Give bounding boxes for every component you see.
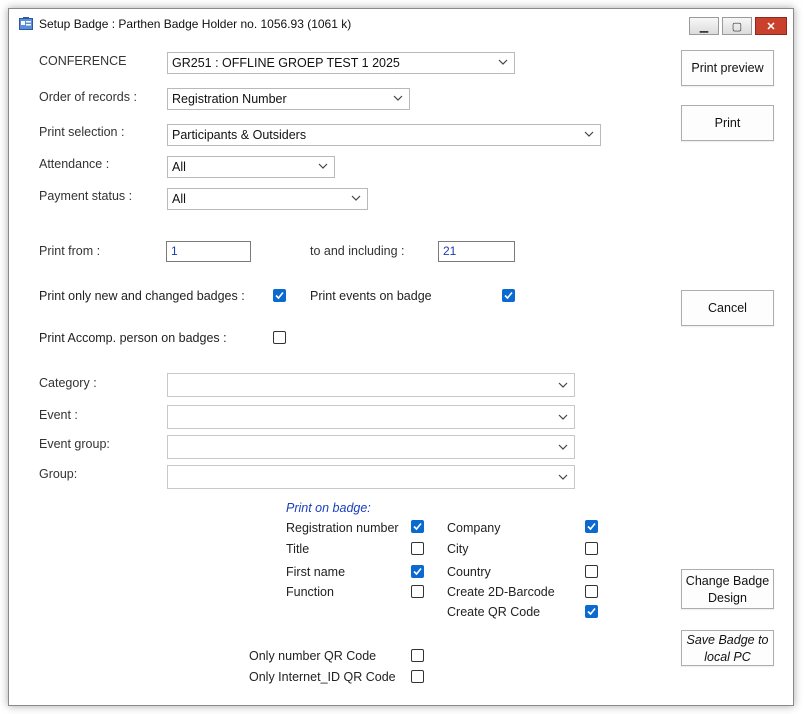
only-new-label: Print only new and changed badges : xyxy=(39,289,245,303)
only-internet-id-qr-checkbox[interactable] xyxy=(411,670,424,683)
accomp-checkbox[interactable] xyxy=(273,331,286,344)
events-label: Print events on badge xyxy=(310,289,432,303)
events-checkbox[interactable] xyxy=(502,289,515,302)
print-preview-label: Print preview xyxy=(691,61,764,75)
city-checkbox[interactable] xyxy=(585,542,598,555)
print-from-label: Print from : xyxy=(39,244,101,258)
print-item-label: Create 2D-Barcode xyxy=(447,585,555,599)
title-checkbox[interactable] xyxy=(411,542,424,555)
payment-label: Payment status : xyxy=(39,189,133,203)
function-checkbox[interactable] xyxy=(411,585,424,598)
print-item-label: Function xyxy=(286,585,334,599)
print-preview-button[interactable]: Print preview xyxy=(681,50,774,86)
event-select[interactable] xyxy=(167,405,575,429)
payment-select[interactable]: All xyxy=(167,188,368,210)
first-name-checkbox[interactable] xyxy=(411,565,424,578)
chevron-down-icon xyxy=(558,474,568,480)
save-badge-local-label: local PC xyxy=(704,650,751,664)
country-checkbox[interactable] xyxy=(585,565,598,578)
print-selection-select[interactable]: Participants & Outsiders xyxy=(167,124,601,146)
chevron-down-icon xyxy=(558,382,568,388)
chevron-down-icon xyxy=(558,414,568,420)
chevron-down-icon xyxy=(393,95,403,101)
qr-option-label: Only number QR Code xyxy=(249,649,377,663)
print-item-label: First name xyxy=(286,565,346,579)
attendance-value: All xyxy=(172,160,186,174)
only-new-checkbox[interactable] xyxy=(273,289,286,302)
attendance-select[interactable]: All xyxy=(167,156,335,178)
print-item-label: Title xyxy=(286,542,310,556)
print-item-label: City xyxy=(447,542,469,556)
setup-badge-window: Setup Badge : Parthen Badge Holder no. 1… xyxy=(8,8,794,706)
qr-option-label: Only Internet_ID QR Code xyxy=(249,670,396,684)
cancel-button[interactable]: Cancel xyxy=(681,290,774,326)
print-item-label: Create QR Code xyxy=(447,605,541,619)
order-select[interactable]: Registration Number xyxy=(167,88,410,110)
print-item-label: Country xyxy=(447,565,491,579)
close-icon: ✕ xyxy=(766,20,776,33)
chevron-down-icon xyxy=(558,444,568,450)
chevron-down-icon xyxy=(584,131,594,137)
maximize-icon: ▢ xyxy=(731,20,743,33)
change-badge-design-button[interactable]: Change Badge Design xyxy=(681,569,774,609)
title-bar: Setup Badge : Parthen Badge Holder no. 1… xyxy=(9,9,793,39)
accomp-label: Print Accomp. person on badges : xyxy=(39,331,227,345)
event-group-label: Event group: xyxy=(39,437,110,451)
close-button[interactable]: ✕ xyxy=(755,17,787,35)
print-selection-label: Print selection : xyxy=(39,125,125,139)
chevron-down-icon xyxy=(318,163,328,169)
group-label: Group: xyxy=(39,467,78,481)
order-label: Order of records : xyxy=(39,90,137,104)
print-on-badge-title: Print on badge: xyxy=(286,501,371,515)
conference-label: CONFERENCE xyxy=(39,54,127,68)
attendance-label: Attendance : xyxy=(39,157,110,171)
window-title: Setup Badge : Parthen Badge Holder no. 1… xyxy=(39,17,352,31)
change-badge-design-label: Change Badge xyxy=(685,574,770,588)
save-badge-local-label: Save Badge to xyxy=(686,633,769,647)
print-selection-value: Participants & Outsiders xyxy=(172,128,307,142)
chevron-down-icon xyxy=(351,195,361,201)
event-label: Event : xyxy=(39,408,78,422)
conference-value: GR251 : OFFLINE GROEP TEST 1 2025 xyxy=(172,56,400,70)
maximize-button[interactable]: ▢ xyxy=(722,17,752,35)
minimize-icon: ▁ xyxy=(699,20,709,33)
company-checkbox[interactable] xyxy=(585,520,598,533)
2d-barcode-checkbox[interactable] xyxy=(585,585,598,598)
minimize-button[interactable]: ▁ xyxy=(689,17,719,35)
print-item-label: Company xyxy=(447,521,501,535)
change-badge-design-label: Design xyxy=(708,591,747,605)
print-label: Print xyxy=(714,116,741,130)
print-item-label: Registration number xyxy=(286,521,399,535)
app-icon xyxy=(19,17,33,30)
only-number-qr-checkbox[interactable] xyxy=(411,649,424,662)
event-group-select[interactable] xyxy=(167,435,575,459)
to-input[interactable]: 21 xyxy=(438,241,515,262)
print-button[interactable]: Print xyxy=(681,105,774,141)
conference-select[interactable]: GR251 : OFFLINE GROEP TEST 1 2025 xyxy=(167,52,515,74)
print-from-input[interactable]: 1 xyxy=(166,241,251,262)
group-select[interactable] xyxy=(167,465,575,489)
category-label: Category : xyxy=(39,376,97,390)
cancel-label: Cancel xyxy=(708,301,747,315)
registration-number-checkbox[interactable] xyxy=(411,520,424,533)
category-select[interactable] xyxy=(167,373,575,397)
qr-code-checkbox[interactable] xyxy=(585,605,598,618)
to-label: to and including : xyxy=(310,244,405,258)
order-value: Registration Number xyxy=(172,92,287,106)
save-badge-local-button[interactable]: Save Badge to local PC xyxy=(681,630,774,666)
payment-value: All xyxy=(172,192,186,206)
chevron-down-icon xyxy=(498,59,508,65)
